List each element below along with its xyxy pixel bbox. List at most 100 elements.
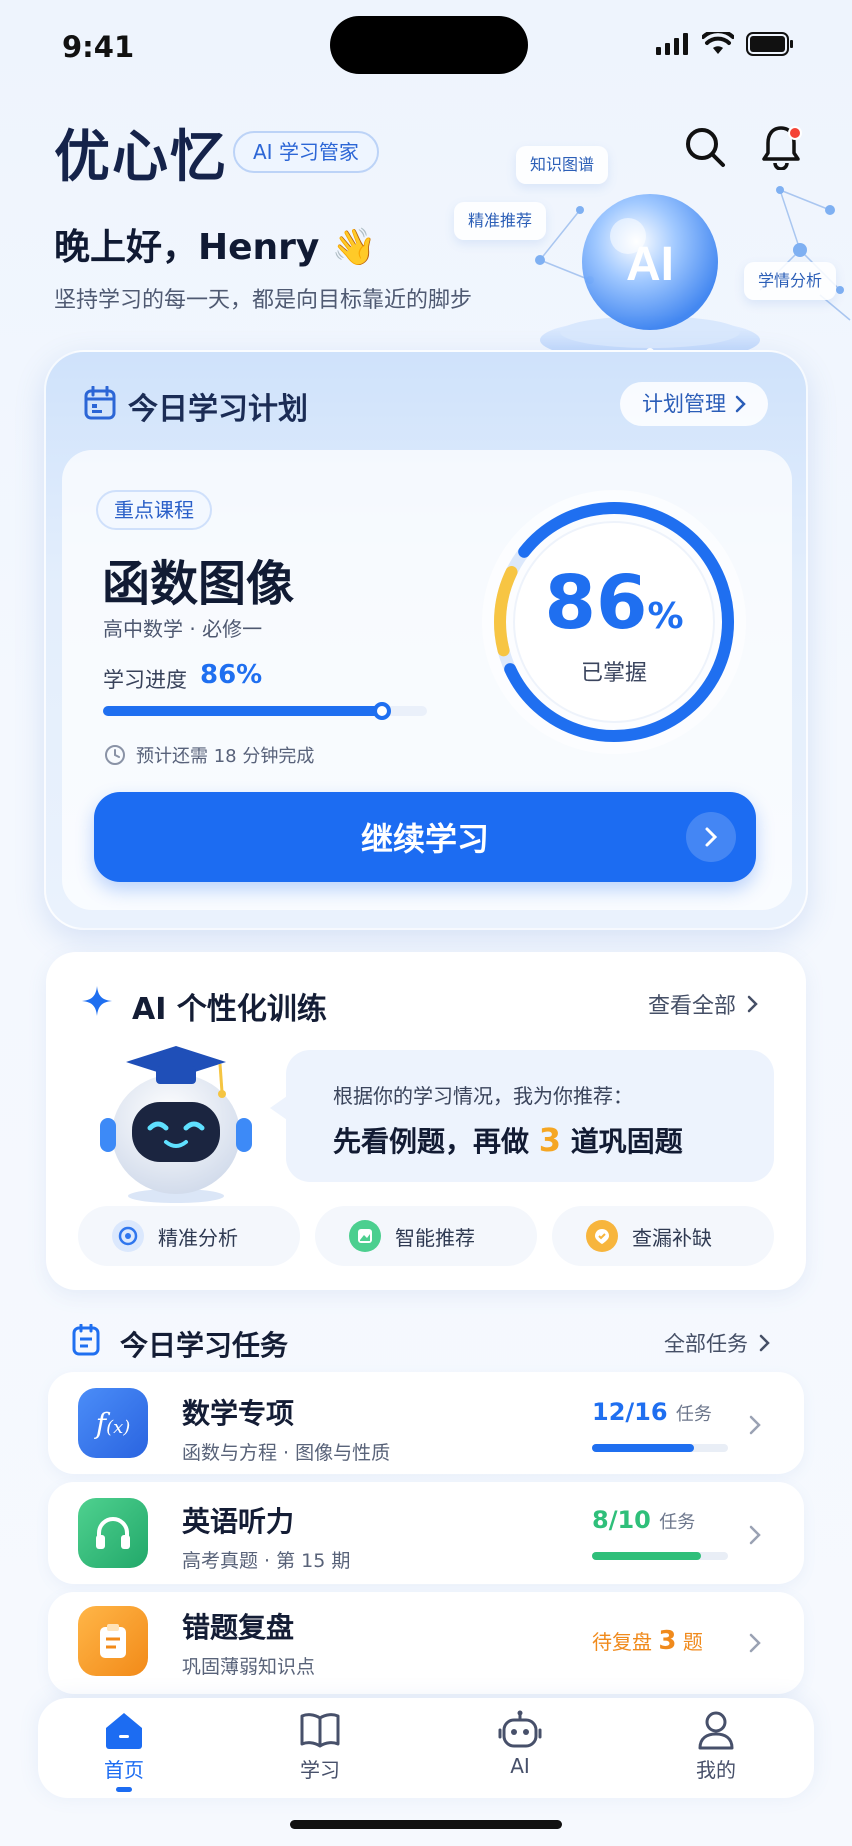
bubble-tail [270, 1094, 290, 1122]
all-tasks-label: 全部任务 [664, 1332, 748, 1356]
profile-icon [698, 1711, 734, 1750]
ai-training-title: AI 个性化训练 [132, 992, 327, 1027]
chevron-right-icon [759, 1334, 770, 1352]
book-icon [300, 1713, 340, 1748]
robot-icon [498, 1710, 542, 1748]
task-count-unit: 任务 [675, 1404, 712, 1425]
progress-value: 86% [200, 660, 263, 690]
plan-manage-label: 计划管理 [642, 392, 726, 416]
chip-smart-recommend[interactable]: 智能推荐 [315, 1206, 537, 1266]
eta-text: 预计还需 18 分钟完成 [136, 746, 315, 767]
app-brand: 优心忆 [54, 125, 228, 190]
tag-learning-analysis: 学情分析 [744, 262, 837, 300]
sparkle-icon [82, 986, 112, 1016]
chevron-right-icon [735, 395, 746, 413]
tag-precise-recommend: 精准推荐 [454, 202, 547, 240]
task-count: 12/16 任务 [592, 1398, 712, 1426]
mastery-value: 86% [474, 560, 754, 646]
tasks-title: 今日学习任务 [120, 1329, 289, 1362]
task-count-value: 8/10 [592, 1506, 651, 1534]
all-tasks-link[interactable]: 全部任务 [664, 1328, 770, 1358]
dynamic-island [330, 16, 528, 74]
greeting: 晚上好，Henry 👋 [54, 227, 377, 268]
chevron-right-icon [749, 1525, 761, 1545]
pending-count: 3 [658, 1626, 677, 1656]
continue-arrow [686, 812, 736, 862]
task-bar-fill [592, 1444, 694, 1452]
ai-assistant-badge: AI 学习管家 [233, 131, 379, 173]
pending-review: 待复盘 3 题 [592, 1626, 703, 1656]
chip-gap-check[interactable]: 查漏补缺 [552, 1206, 774, 1266]
course-subtitle: 高中数学 · 必修一 [103, 617, 263, 641]
plan-manage-button[interactable]: 计划管理 [620, 382, 768, 426]
task-count-value: 12/16 [592, 1398, 668, 1426]
task-bar-fill [592, 1552, 701, 1560]
continue-label: 继续学习 [360, 820, 489, 858]
recommendation-count: 3 [538, 1121, 562, 1159]
check-badge-icon [586, 1220, 618, 1252]
recommendation-bubble [286, 1050, 774, 1182]
task-subtitle: 高考真题 · 第 15 期 [182, 1550, 351, 1572]
recommendation-text-b: 道巩固题 [570, 1125, 683, 1158]
tab-label: 我的 [696, 1758, 736, 1782]
course-title: 函数图像 [102, 556, 295, 612]
wifi-icon [702, 32, 734, 54]
chevron-right-icon [749, 1633, 761, 1653]
tab-profile[interactable]: 我的 [656, 1710, 776, 1783]
chip-label: 精准分析 [158, 1225, 238, 1250]
motto: 坚持学习的每一天，都是向目标靠近的脚步 [54, 288, 473, 313]
progress-knob [373, 702, 391, 720]
recommendation-text-a: 先看例题，再做 [333, 1125, 530, 1158]
task-count: 8/10 任务 [592, 1506, 695, 1534]
task-subtitle: 巩固薄弱知识点 [182, 1656, 316, 1678]
eta-row: 预计还需 18 分钟完成 [104, 742, 314, 768]
ai-view-all-link[interactable]: 查看全部 [648, 988, 758, 1020]
pending-pre: 待复盘 [592, 1630, 652, 1654]
chevron-right-icon [747, 995, 758, 1013]
status-icons [656, 32, 794, 56]
chip-precise-analysis[interactable]: 精准分析 [78, 1206, 300, 1266]
home-indicator [290, 1820, 562, 1829]
status-time: 9:41 [62, 30, 135, 64]
progress-label: 学习进度 [103, 668, 187, 692]
battery-icon [746, 32, 793, 56]
mastery-caption: 已掌握 [580, 661, 647, 686]
key-course-tag: 重点课程 [96, 490, 212, 530]
home-icon [106, 1713, 142, 1749]
clock-icon [105, 745, 125, 765]
target-icon [112, 1220, 144, 1252]
progress-fill [103, 706, 382, 716]
function-icon: f(x) [78, 1388, 148, 1458]
notification-dot [788, 126, 802, 140]
tab-label: 学习 [300, 1758, 340, 1782]
chip-label: 智能推荐 [395, 1225, 475, 1250]
recommendation-text: 先看例题，再做 3 道巩固题 [333, 1120, 683, 1160]
headphones-icon [78, 1498, 148, 1568]
signal-icon [656, 33, 688, 55]
clipboard-icon [78, 1606, 148, 1676]
pending-post: 题 [682, 1630, 703, 1654]
tab-study[interactable]: 学习 [260, 1710, 380, 1783]
task-subtitle: 函数与方程 · 图像与性质 [182, 1442, 391, 1464]
orb-label: AI [626, 238, 674, 291]
ai-view-all-label: 查看全部 [648, 994, 737, 1019]
chip-label: 查漏补缺 [632, 1225, 712, 1250]
tab-label: 首页 [104, 1758, 144, 1782]
task-name: 英语听力 [182, 1505, 295, 1538]
mastery-number: 86 [544, 560, 648, 646]
mastery-unit: % [647, 596, 684, 637]
task-count-unit: 任务 [659, 1512, 696, 1533]
recommendation-intro: 根据你的学习情况，我为你推荐： [333, 1084, 633, 1108]
continue-learning-button[interactable]: 继续学习 [94, 792, 756, 882]
tag-knowledge-graph: 知识图谱 [516, 146, 609, 184]
tab-ai[interactable]: AI [460, 1710, 580, 1778]
tab-label: AI [510, 1754, 530, 1778]
tab-active-indicator [116, 1787, 132, 1792]
chevron-right-icon [705, 827, 718, 847]
image-icon [349, 1220, 381, 1252]
tab-home[interactable]: 首页 [64, 1710, 184, 1792]
task-name: 数学专项 [182, 1397, 295, 1430]
robot-mascot-icon [100, 1046, 252, 1203]
chevron-right-icon [749, 1415, 761, 1435]
plan-title: 今日学习计划 [128, 392, 308, 427]
